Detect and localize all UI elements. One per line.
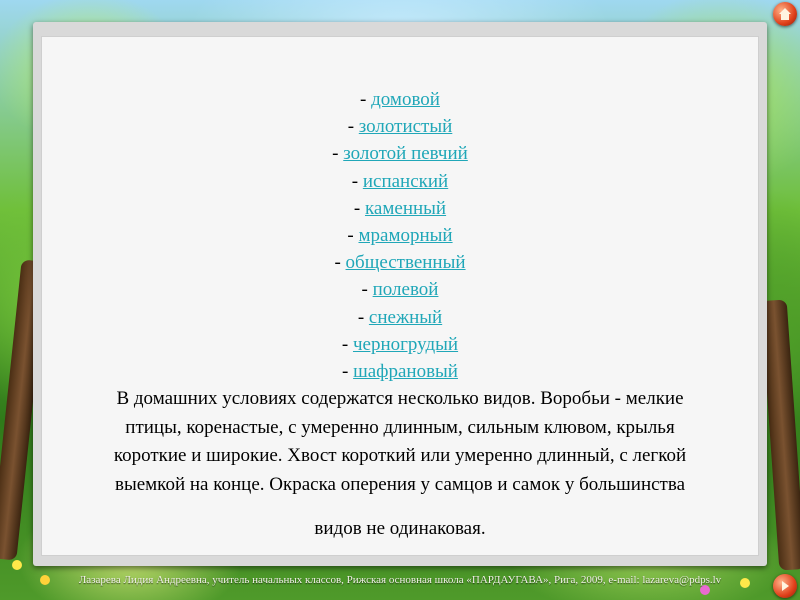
species-link[interactable]: шафрановый (353, 361, 458, 382)
species-link[interactable]: испанский (363, 171, 448, 192)
list-dash: - (334, 252, 346, 274)
list-dash: - (332, 143, 344, 165)
species-list-item: - мраморный (41, 222, 759, 249)
species-list-item: - снежный (41, 304, 759, 331)
home-button[interactable] (773, 2, 797, 26)
list-dash: - (351, 170, 363, 192)
next-slide-button[interactable] (773, 574, 797, 598)
paragraph-line: короткие и широкие. Хвост короткий или у… (113, 445, 687, 467)
home-icon (779, 8, 791, 20)
species-list-item: - золотистый (41, 113, 759, 140)
list-dash: - (342, 360, 354, 382)
list-dash: - (361, 279, 373, 301)
list-dash: - (341, 333, 353, 355)
species-link[interactable]: мраморный (358, 225, 452, 246)
species-link[interactable]: золотистый (359, 116, 453, 137)
species-link[interactable]: черногрудый (353, 334, 458, 355)
slide-content-area: - домовой - золотистый - золотой певчий - и… (41, 36, 759, 556)
species-list-item: - каменный (41, 195, 759, 222)
species-list-item: - шафрановый (41, 358, 759, 385)
species-list-item: - испанский (41, 168, 759, 195)
description-paragraph: В домашних условиях содержатся несколько… (61, 385, 739, 499)
species-list-item: - полевой (41, 276, 759, 303)
next-icon (782, 581, 789, 591)
paragraph-last-line: видов не одинаковая. (314, 518, 486, 540)
list-dash: - (357, 306, 369, 328)
slide-content: - домовой - золотистый - золотой певчий - и… (41, 86, 759, 543)
species-link[interactable]: золотой певчий (343, 143, 468, 164)
species-list-item: - общественный (41, 249, 759, 276)
slide-panel: - домовой - золотистый - золотой певчий - и… (33, 22, 767, 566)
list-dash: - (347, 116, 359, 138)
flower-decoration (700, 585, 710, 595)
paragraph-line: В домашних условиях содержатся несколько… (116, 388, 684, 410)
paragraph-line: птицы, коренастые, с умеренно длинным, с… (125, 416, 675, 438)
sparrow-species-list: - домовой - золотистый - золотой певчий - и… (41, 86, 759, 385)
species-list-item: - домовой (41, 86, 759, 113)
author-credit: Лазарева Лидия Андреевна, учитель началь… (78, 574, 722, 586)
list-dash: - (353, 197, 365, 219)
species-list-item: - черногрудый (41, 331, 759, 358)
list-dash: - (360, 89, 372, 110)
species-link[interactable]: домовой (371, 89, 440, 110)
species-link[interactable]: каменный (365, 198, 446, 219)
flower-decoration (12, 560, 22, 570)
species-link[interactable]: снежный (369, 307, 442, 328)
paragraph-line: выемкой на конце. Окраска оперения у сам… (114, 473, 686, 495)
species-list-item: - золотой певчий (41, 140, 759, 167)
species-link[interactable]: общественный (346, 252, 466, 273)
species-link[interactable]: полевой (373, 279, 439, 300)
list-dash: - (347, 224, 359, 246)
